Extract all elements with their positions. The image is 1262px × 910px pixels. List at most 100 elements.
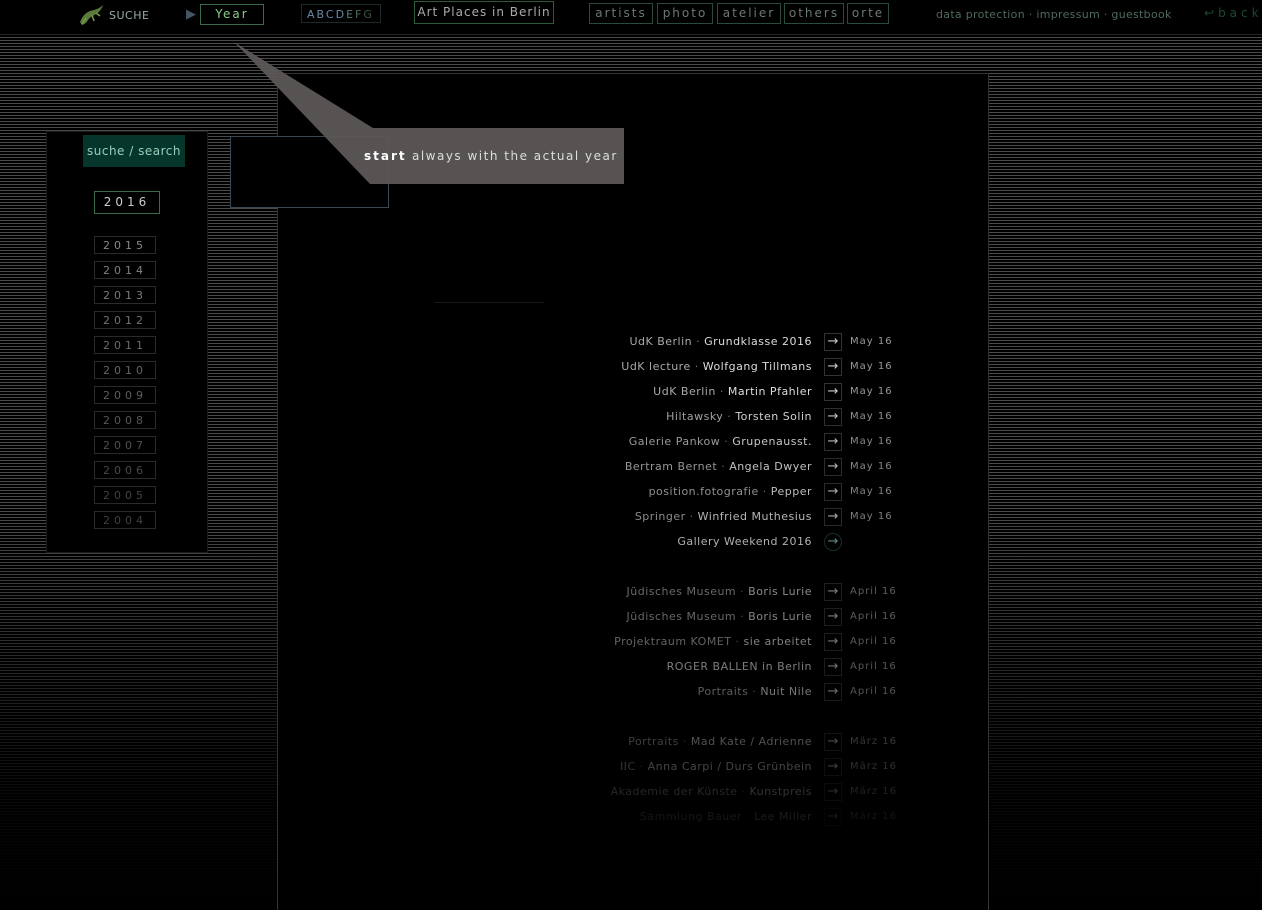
venue-separator: · [678,735,691,748]
exhibition-title: Winfried Muthesius [697,510,812,523]
exhibition-venue: UdK Berlin [653,385,716,398]
exhibition-label[interactable]: Jüdisches Museum · Boris Lurie [627,585,813,598]
arrow-right-icon[interactable]: → [824,658,842,676]
venue-separator: · [635,760,648,773]
exhibition-title: Nuit Nile [760,685,812,698]
exhibition-row[interactable]: Bertram Bernet · Angela Dwyer → May 16 [540,458,920,478]
exhibition-row[interactable]: Gallery Weekend 2016 → [540,533,920,553]
exhibition-date: May 16 [850,336,893,347]
exhibition-row[interactable]: Springer · Winfried Muthesius → May 16 [540,508,920,528]
exhibition-row[interactable]: UdK Berlin · Martin Pfahler → May 16 [540,383,920,403]
arrow-right-icon[interactable]: → [824,533,842,551]
arrow-right-icon[interactable]: → [824,583,842,601]
exhibition-venue: UdK lecture [621,360,691,373]
exhibition-title: Gallery Weekend 2016 [677,535,812,548]
exhibition-label[interactable]: ROGER BALLEN in Berlin [667,660,812,673]
exhibition-date: May 16 [850,486,893,497]
exhibition-row[interactable]: Galerie Pankow · Grupenausst. → May 16 [540,433,920,453]
exhibition-label[interactable]: Akademie der Künste · Kunstpreis [611,785,812,798]
exhibition-date: April 16 [850,636,897,647]
exhibition-label[interactable]: UdK Berlin · Grundklasse 2016 [629,335,812,348]
exhibition-title: sie arbeitet [743,635,812,648]
venue-separator: · [723,410,736,423]
exhibition-label[interactable]: UdK lecture · Wolfgang Tillmans [621,360,812,373]
exhibition-date: März 16 [850,761,898,772]
exhibition-row[interactable]: IIC · Anna Carpi / Durs Grünbein → März 16 [540,758,920,778]
exhibition-title: Grundklasse 2016 [704,335,812,348]
arrow-right-icon[interactable]: → [824,758,842,776]
callout-bold: start [364,149,407,163]
exhibition-title: Kunstpreis [749,785,812,798]
exhibition-date: May 16 [850,411,893,422]
exhibition-venue: Portraits [697,685,749,698]
arrow-right-icon[interactable]: → [824,358,842,376]
exhibition-date: März 16 [850,736,898,747]
arrow-right-icon[interactable]: → [824,458,842,476]
exhibition-title: Anna Carpi / Durs Grünbein [647,760,812,773]
exhibition-row[interactable]: UdK Berlin · Grundklasse 2016 → May 16 [540,333,920,353]
exhibition-row[interactable]: Akademie der Künste · Kunstpreis → März 16 [540,783,920,803]
venue-separator: · [742,810,755,823]
exhibition-title: Pepper [770,485,812,498]
exhibition-date: April 16 [850,586,897,597]
exhibition-label[interactable]: Gallery Weekend 2016 [677,535,812,548]
exhibition-venue: IIC [619,760,636,773]
arrow-right-icon[interactable]: → [824,608,842,626]
exhibition-row[interactable]: UdK lecture · Wolfgang Tillmans → May 16 [540,358,920,378]
exhibition-label[interactable]: Projektraum KOMET · sie arbeitet [614,635,812,648]
arrow-right-icon[interactable]: → [824,333,842,351]
arrow-right-icon[interactable]: → [824,483,842,501]
exhibition-row[interactable]: Sammlung Bauer · Lee Miller → März 16 [540,808,920,828]
arrow-right-icon[interactable]: → [824,383,842,401]
arrow-right-icon[interactable]: → [824,808,842,826]
exhibition-date: May 16 [850,461,893,472]
exhibition-date: April 16 [850,661,897,672]
exhibition-row[interactable]: Hiltawsky · Torsten Solin → May 16 [540,408,920,428]
exhibition-label[interactable]: position.fotografie · Pepper [649,485,812,498]
exhibition-row[interactable]: Projektraum KOMET · sie arbeitet → April 1… [540,633,920,653]
exhibition-venue: Portraits [628,735,679,748]
exhibition-venue: Springer [634,510,686,523]
exhibition-label[interactable]: Sammlung Bauer · Lee Miller [640,810,812,823]
arrow-right-icon[interactable]: → [824,433,842,451]
arrow-right-icon[interactable]: → [824,683,842,701]
exhibition-date: März 16 [850,786,898,797]
arrow-right-icon[interactable]: → [824,733,842,751]
callout-message: always with the actual year [411,149,618,163]
exhibition-venue: UdK Berlin [629,335,693,348]
exhibition-title: ROGER BALLEN in Berlin [666,660,812,673]
exhibition-label[interactable]: Portraits · Nuit Nile [698,685,812,698]
arrow-right-icon[interactable]: → [824,408,842,426]
exhibition-label[interactable]: Springer · Winfried Muthesius [635,510,812,523]
exhibition-title: Mad Kate / Adrienne [690,735,812,748]
exhibition-title: Torsten Solin [735,410,812,423]
exhibition-label[interactable]: IIC · Anna Carpi / Durs Grünbein [620,760,812,773]
exhibition-label[interactable]: Portraits · Mad Kate / Adrienne [628,735,812,748]
exhibition-row[interactable]: position.fotografie · Pepper → May 16 [540,483,920,503]
exhibition-row[interactable]: Portraits · Nuit Nile → April 16 [540,683,920,703]
exhibition-row[interactable]: Jüdisches Museum · Boris Lurie → April 16 [540,583,920,603]
exhibition-label[interactable]: UdK Berlin · Martin Pfahler [653,385,812,398]
exhibition-label[interactable]: Hiltawsky · Torsten Solin [666,410,812,423]
exhibition-venue: Akademie der Künste [610,785,738,798]
exhibition-label[interactable]: Jüdisches Museum · Boris Lurie [627,610,813,623]
venue-separator: · [737,785,750,798]
venue-separator: · [690,360,703,373]
exhibition-title: Boris Lurie [748,610,812,623]
exhibition-date: März 16 [850,811,898,822]
arrow-right-icon[interactable]: → [824,633,842,651]
exhibition-row[interactable]: ROGER BALLEN in Berlin → April 16 [540,658,920,678]
exhibition-title: Lee Miller [754,810,812,823]
exhibition-date: April 16 [850,611,897,622]
exhibition-venue: Hiltawsky [666,410,724,423]
exhibition-row[interactable]: Portraits · Mad Kate / Adrienne → März 16 [540,733,920,753]
venue-separator: · [720,435,733,448]
exhibition-venue: position.fotografie [648,485,759,498]
arrow-right-icon[interactable]: → [824,783,842,801]
arrow-right-icon[interactable]: → [824,508,842,526]
exhibition-label[interactable]: Bertram Bernet · Angela Dwyer [625,460,812,473]
exhibition-row[interactable]: Jüdisches Museum · Boris Lurie → April 16 [540,608,920,628]
exhibition-label[interactable]: Galerie Pankow · Grupenausst. [629,435,812,448]
venue-separator: · [736,585,749,598]
exhibition-venue: Galerie Pankow [628,435,721,448]
